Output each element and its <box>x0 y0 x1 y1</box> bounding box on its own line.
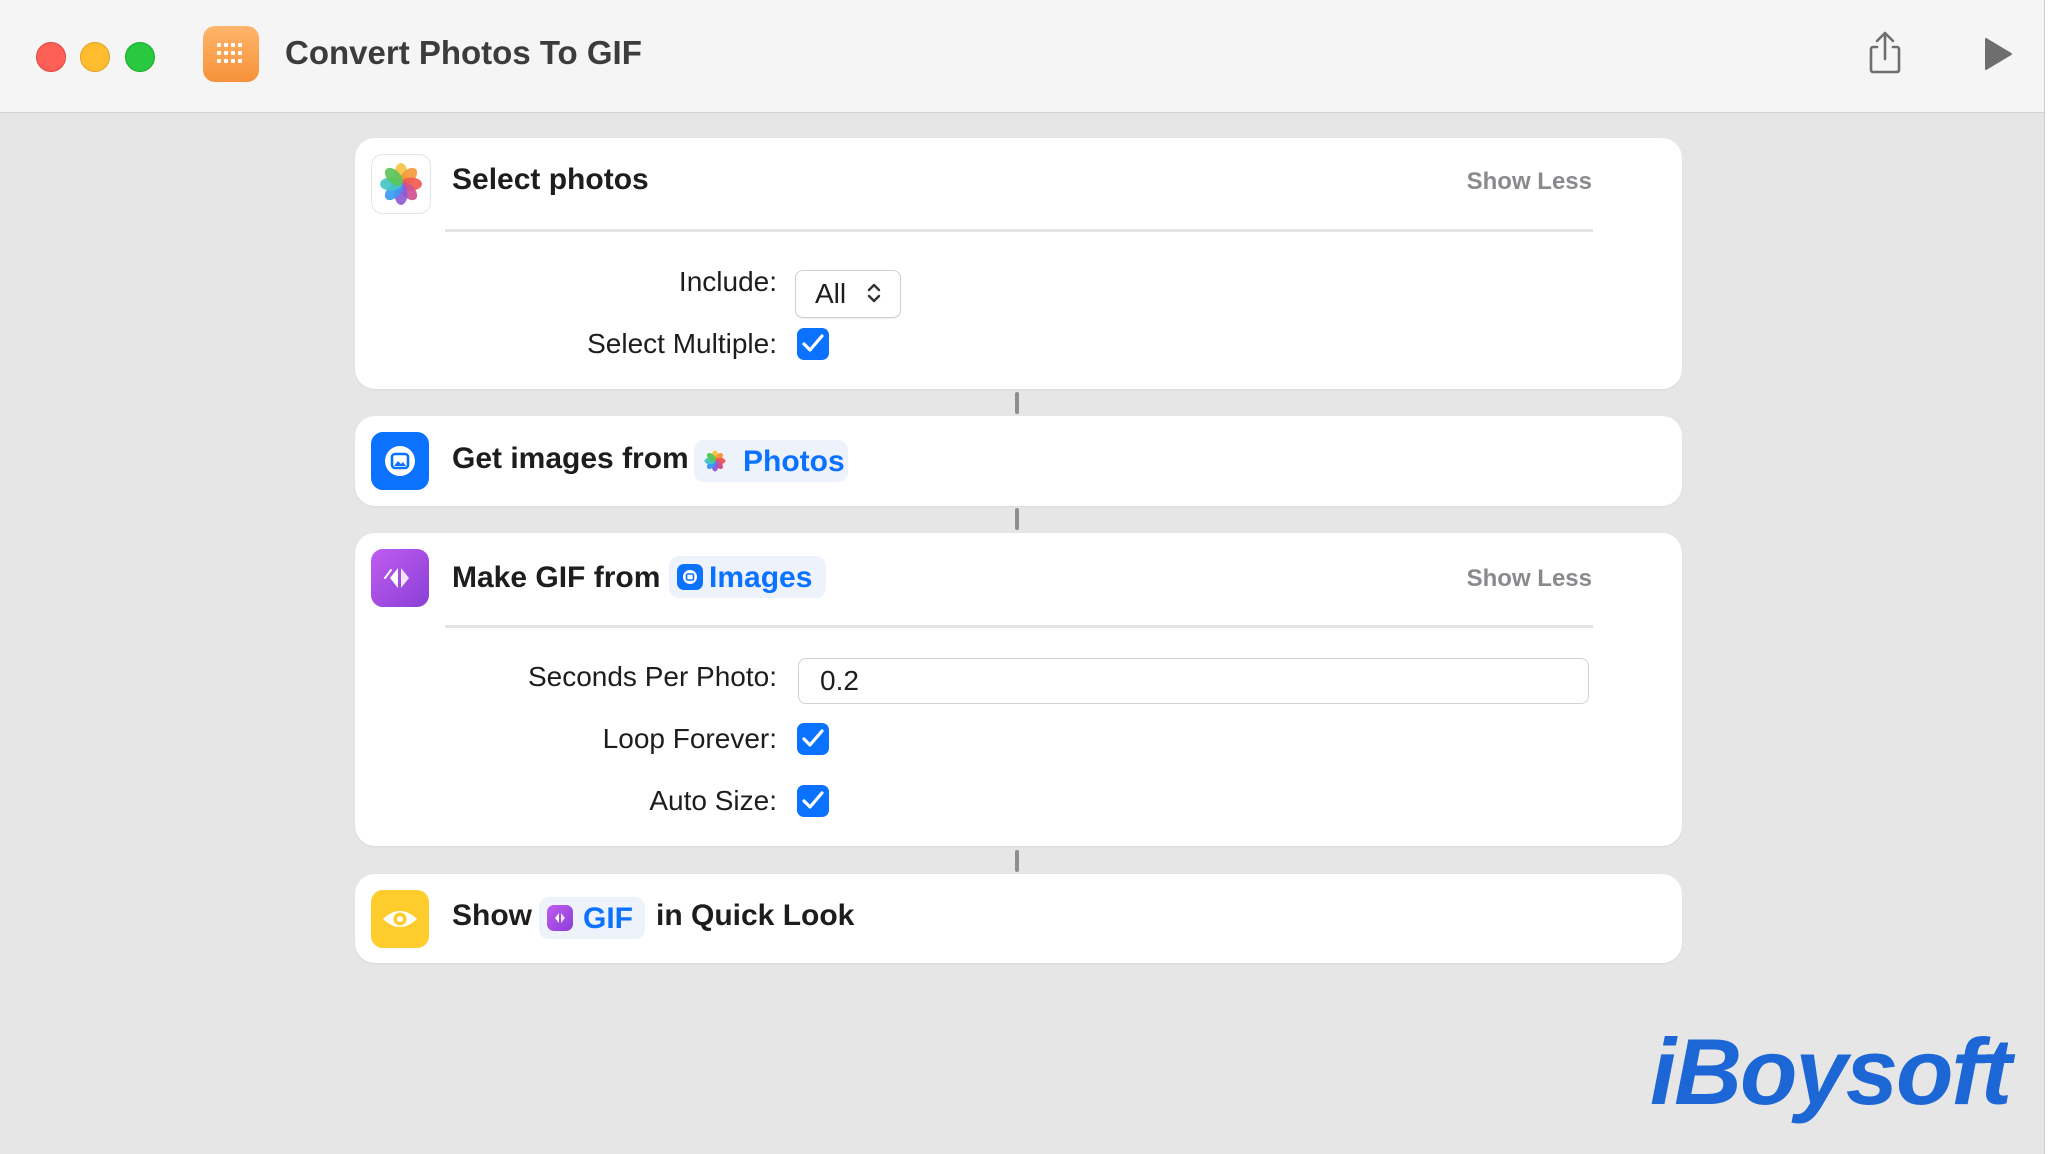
select-photos-action[interactable]: Select photos Show Less Include: All Sel… <box>355 138 1682 389</box>
chevron-updown-icon <box>867 283 881 303</box>
photos-token-label: Photos <box>743 445 845 478</box>
divider <box>445 625 1593 628</box>
gif-icon <box>371 549 429 607</box>
window-title: Convert Photos To GIF <box>285 34 642 71</box>
photos-icon <box>702 448 728 474</box>
run-button[interactable] <box>1977 34 2017 74</box>
divider <box>445 229 1593 232</box>
action-title-prefix: Show <box>452 899 532 932</box>
get-images-action[interactable]: Get images from Photos <box>355 416 1682 506</box>
include-label: Include: <box>678 266 777 297</box>
shortcuts-window: Convert Photos To GIF Select photos Show… <box>0 0 2045 1154</box>
share-icon <box>1869 31 1901 74</box>
zoom-window-button[interactable] <box>125 42 155 72</box>
action-title-suffix: in Quick Look <box>656 899 855 932</box>
title-bar: Convert Photos To GIF <box>0 0 2044 113</box>
photos-token[interactable]: Photos <box>694 440 848 482</box>
seconds-per-photo-label: Seconds Per Photo: <box>527 661 777 692</box>
iboysoft-watermark-logo: iBoysoft <box>1650 1019 2012 1124</box>
loop-forever-checkbox[interactable] <box>797 723 829 755</box>
gif-icon <box>547 905 573 931</box>
gif-token[interactable]: GIF <box>539 897 645 939</box>
include-select[interactable]: All <box>795 270 901 318</box>
checkmark-icon <box>802 729 824 747</box>
action-title: Make GIF from <box>452 561 661 594</box>
action-title: Select photos <box>452 163 649 196</box>
auto-size-checkbox[interactable] <box>797 785 829 817</box>
seconds-per-photo-field[interactable]: 0.2 <box>798 658 1589 704</box>
include-value: All <box>815 278 847 309</box>
images-token-label: Images <box>709 561 813 594</box>
play-icon <box>1985 38 2012 70</box>
close-window-button[interactable] <box>36 42 66 72</box>
checkmark-icon <box>802 791 824 809</box>
image-icon <box>371 432 429 490</box>
seconds-per-photo-value: 0.2 <box>820 665 859 696</box>
image-icon <box>677 564 703 590</box>
action-title: Get images from <box>452 442 689 475</box>
action-connector <box>1015 508 1019 530</box>
make-gif-action[interactable]: Make GIF from Images Show Less Seconds P… <box>355 533 1682 846</box>
images-token[interactable]: Images <box>669 556 826 598</box>
loop-forever-label: Loop Forever: <box>602 723 777 754</box>
eye-icon <box>371 890 429 948</box>
gif-token-label: GIF <box>583 902 633 935</box>
shortcuts-grid-icon[interactable] <box>203 26 259 82</box>
auto-size-label: Auto Size: <box>649 785 777 816</box>
action-connector <box>1015 392 1019 414</box>
minimize-window-button[interactable] <box>80 42 110 72</box>
show-less-button[interactable]: Show Less <box>1467 168 1592 196</box>
action-connector <box>1015 850 1019 872</box>
share-button[interactable] <box>1862 30 1908 76</box>
select-multiple-label: Select Multiple: <box>587 328 777 359</box>
select-multiple-checkbox[interactable] <box>797 328 829 360</box>
show-quick-look-action[interactable]: Show GIF in Quick Look <box>355 874 1682 963</box>
photos-icon <box>371 154 431 214</box>
show-less-button[interactable]: Show Less <box>1467 565 1592 593</box>
checkmark-icon <box>802 334 824 352</box>
